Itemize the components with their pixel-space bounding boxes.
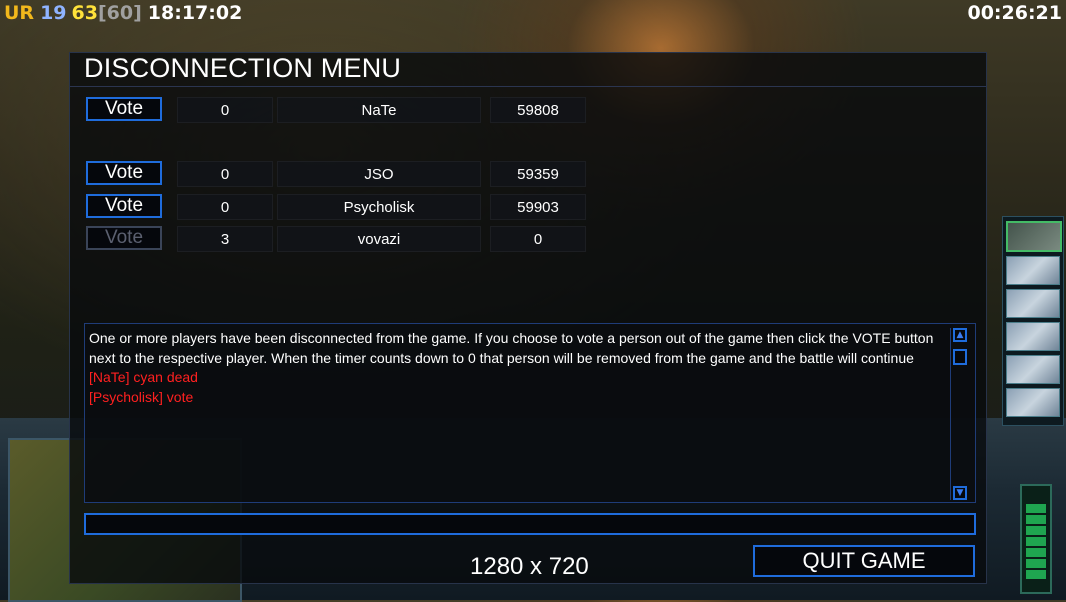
build-thumb-1[interactable]: [1006, 221, 1062, 252]
player-name: NaTe: [277, 97, 481, 123]
chat-scrollbar[interactable]: ▲ ▼: [950, 328, 969, 500]
player-name: vovazi: [277, 226, 481, 252]
chat-line: [NaTe] cyan dead: [89, 369, 198, 385]
scroll-thumb[interactable]: [953, 349, 967, 365]
dialog-title: DISCONNECTION MENU: [84, 53, 402, 83]
vote-count: 3: [177, 226, 273, 252]
local-time: 18:17:02: [147, 2, 243, 24]
scroll-up-arrow-icon[interactable]: ▲: [953, 328, 967, 342]
player-row: Vote 3 vovazi 0: [70, 226, 630, 252]
player-row: Vote 0 JSO 59359: [70, 161, 630, 187]
faction-label: UR: [4, 2, 35, 24]
quit-game-button[interactable]: QUIT GAME: [753, 545, 975, 577]
player-timer: 0: [490, 226, 586, 252]
player-timer: 59359: [490, 161, 586, 187]
vote-count: 0: [177, 194, 273, 220]
info-message: One or more players have been disconnect…: [89, 330, 934, 366]
chat-messages: One or more players have been disconnect…: [89, 329, 947, 407]
player-timer: 59808: [490, 97, 586, 123]
chat-log[interactable]: One or more players have been disconnect…: [84, 323, 976, 503]
build-thumb-5[interactable]: [1006, 355, 1060, 384]
player-row: Vote 0 NaTe 59808: [70, 97, 630, 123]
build-thumb-4[interactable]: [1006, 322, 1060, 351]
build-thumb-6[interactable]: [1006, 388, 1060, 417]
vote-count: 0: [177, 97, 273, 123]
build-thumb-3[interactable]: [1006, 289, 1060, 318]
chat-input[interactable]: [84, 513, 976, 535]
hud-stat-3: [60]: [97, 2, 142, 24]
chat-line: [Psycholisk] vote: [89, 388, 194, 405]
vote-button-disabled: Vote: [86, 226, 162, 250]
player-name: Psycholisk: [277, 194, 481, 220]
disconnection-dialog: DISCONNECTION MENU Vote 0 NaTe 59808 Vot…: [69, 52, 987, 584]
scroll-down-arrow-icon[interactable]: ▼: [953, 486, 967, 500]
vote-button[interactable]: Vote: [86, 161, 162, 185]
player-name: JSO: [277, 161, 481, 187]
vote-count: 0: [177, 161, 273, 187]
resolution-label: 1280 x 720: [470, 553, 589, 580]
power-meter: [1020, 484, 1052, 594]
build-queue-sidebar: [1002, 216, 1064, 426]
hud-stat-1: 19: [40, 2, 67, 24]
game-timer: 00:26:21: [967, 2, 1062, 24]
vote-button[interactable]: Vote: [86, 194, 162, 218]
vote-button[interactable]: Vote: [86, 97, 162, 121]
title-divider: [70, 86, 986, 87]
hud-stat-2: 63: [71, 2, 98, 24]
build-thumb-2[interactable]: [1006, 256, 1060, 285]
hud-stats: UR 19 63[60] 18:17:02: [4, 2, 248, 24]
player-timer: 59903: [490, 194, 586, 220]
player-row: Vote 0 Psycholisk 59903: [70, 194, 630, 220]
